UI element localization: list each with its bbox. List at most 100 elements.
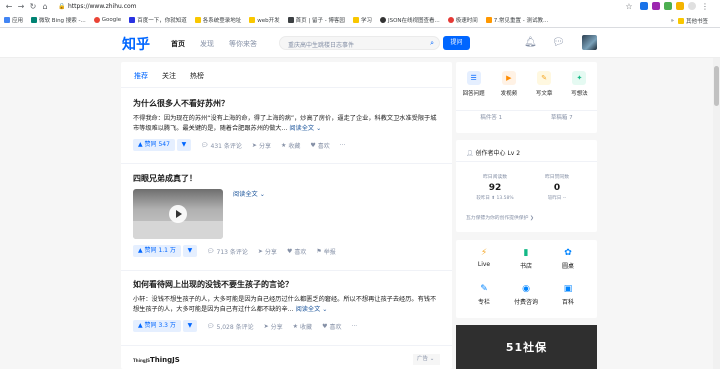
- upvote-button[interactable]: ▲ 赞同 3.3 万: [133, 320, 181, 332]
- read-more-link[interactable]: 阅读全文 ⌄: [233, 189, 265, 239]
- zhihu-logo[interactable]: 知乎: [122, 34, 150, 54]
- favorite-button[interactable]: ★ 收藏: [293, 322, 312, 331]
- address-bar[interactable]: 🔒 https://www.zhihu.com: [58, 2, 624, 12]
- tab-follow[interactable]: 关注: [162, 71, 176, 81]
- play-icon[interactable]: [169, 205, 187, 223]
- bookmark-baidu[interactable]: 百度一下，你就知道: [129, 16, 187, 24]
- service-live[interactable]: ⚡ Live: [464, 248, 504, 268]
- cnblogs-icon: [287, 17, 294, 23]
- service-wiki[interactable]: ▣ 百科: [548, 284, 588, 306]
- back-icon[interactable]: ←: [4, 2, 14, 12]
- share-button[interactable]: ➤ 分享: [264, 322, 283, 331]
- scrollbar-thumb[interactable]: [714, 66, 719, 106]
- comment-button[interactable]: 💬︎ 5,028 条评论: [207, 322, 254, 331]
- ad-title[interactable]: ThingJS: [150, 356, 180, 364]
- comment-button[interactable]: 💬︎ 431 条评论: [201, 141, 242, 150]
- downvote-button[interactable]: ▼: [176, 139, 191, 151]
- write-article-button[interactable]: ✎ 写文章: [527, 71, 561, 97]
- extension-icon[interactable]: [664, 1, 672, 10]
- vote-group: ▲ 赞同 3.3 万 ▼: [133, 320, 197, 332]
- menu-icon[interactable]: ⋮: [700, 2, 710, 12]
- like-button[interactable]: ♥ 喜欢: [310, 141, 329, 150]
- upvote-button[interactable]: ▲ 赞同 1.1 万: [133, 245, 181, 257]
- share-button[interactable]: ➤ 分享: [258, 247, 277, 256]
- answer-drafts-link[interactable]: 稿件答 1: [456, 111, 527, 125]
- page-scrollbar[interactable]: [713, 58, 720, 369]
- item-title[interactable]: 四眼兄弟成真了！: [133, 173, 441, 184]
- extension-icon[interactable]: [652, 1, 660, 10]
- folder-icon: [194, 17, 201, 23]
- ask-button[interactable]: 提问: [443, 36, 470, 50]
- extension-icon[interactable]: [676, 1, 684, 10]
- item-excerpt[interactable]: 小轩：没钱不想生孩子的人，大多可能是因为自己经历过什么都匮乏的窘经。所以不想再让…: [133, 295, 441, 315]
- bookmark-apps[interactable]: 应用: [4, 16, 23, 24]
- bookmark-cnblogs[interactable]: 首页 | 留子 - 博客园: [287, 16, 345, 24]
- browser-toolbar: ← → ↻ ⌂ 🔒 https://www.zhihu.com ☆ ⋮: [0, 0, 720, 13]
- more-button[interactable]: ···: [351, 323, 357, 330]
- search-icon[interactable]: ⌕: [430, 39, 434, 48]
- bookmark-time[interactable]: 极速时间: [447, 16, 478, 24]
- avatar[interactable]: [582, 35, 597, 50]
- service-roundtable[interactable]: ✿ 圆桌: [548, 248, 588, 270]
- book-icon: ▮: [523, 248, 529, 258]
- drafts-box-link[interactable]: 草稿箱 7: [527, 111, 598, 125]
- downvote-button[interactable]: ▼: [182, 245, 197, 257]
- like-button[interactable]: ♥ 喜欢: [287, 247, 306, 256]
- services-panel: ⚡ Live ▮ 书店 ✿ 圆桌 ✎ 专栏 ◉ 付费咨询 ▣ 百科: [456, 240, 597, 318]
- bookmark-other[interactable]: » 其他书签: [670, 13, 708, 27]
- star-icon[interactable]: ☆: [624, 2, 634, 12]
- bookmark-bing[interactable]: 微软 Bing 搜索 -...: [31, 16, 86, 24]
- home-icon[interactable]: ⌂: [40, 2, 50, 12]
- bookmark-folder[interactable]: web开发: [249, 16, 280, 24]
- ad-item[interactable]: ThingJS ThingJS: [133, 356, 180, 364]
- read-more-link[interactable]: 阅读全文 ⌄: [289, 125, 321, 132]
- extension-icon[interactable]: [640, 1, 648, 10]
- post-video-button[interactable]: ▶ 发视频: [492, 71, 526, 97]
- more-bookmarks-icon: »: [670, 17, 674, 24]
- service-column[interactable]: ✎ 专栏: [464, 284, 504, 306]
- tab-hot[interactable]: 热榜: [190, 71, 204, 81]
- bell-icon[interactable]: 🔔︎: [524, 37, 537, 48]
- item-actions: ▲ 赞同 547 ▼ 💬︎ 431 条评论 ➤ 分享 ★ 收藏 ♥ 喜欢 ···: [133, 139, 441, 151]
- bookmark-test[interactable]: 7.常见重置 - 测试教...: [485, 16, 548, 24]
- url-text[interactable]: https://www.zhihu.com: [68, 3, 137, 10]
- answer-question-button[interactable]: ☰ 回答问题: [457, 71, 491, 97]
- like-button[interactable]: ♥ 喜欢: [322, 322, 341, 331]
- share-icon: ➤: [263, 322, 269, 330]
- service-bookstore[interactable]: ▮ 书店: [506, 248, 546, 270]
- share-button[interactable]: ➤ 分享: [252, 141, 271, 150]
- message-icon[interactable]: 💬︎: [552, 37, 565, 48]
- nav-waiting[interactable]: 等你来答: [229, 39, 257, 49]
- bookmark-folder[interactable]: 学习: [352, 16, 372, 24]
- bookmark-google[interactable]: Google: [93, 17, 121, 23]
- creator-center-title[interactable]: 👤︎ 创作者中心 Lv 2: [456, 140, 597, 162]
- report-button[interactable]: ⚑ 举报: [316, 247, 335, 256]
- ad-tag[interactable]: 广告 ⌄: [413, 354, 440, 365]
- search-input[interactable]: 重庆高中生跳楼日志事件 ⌕: [279, 36, 440, 50]
- profile-icon[interactable]: [688, 1, 696, 10]
- item-title[interactable]: 如何看待网上出现的没钱不要生孩子的言论？: [133, 279, 441, 290]
- video-thumbnail[interactable]: [133, 189, 223, 239]
- forward-icon[interactable]: →: [16, 2, 26, 12]
- reload-icon[interactable]: ↻: [28, 2, 38, 12]
- downvote-button[interactable]: ▼: [182, 320, 197, 332]
- nav-explore[interactable]: 发现: [200, 39, 214, 49]
- read-more-link[interactable]: 阅读全文 ⌄: [296, 306, 328, 313]
- item-excerpt[interactable]: 不得我命：因为现在的苏州“没有上海的命，得了上海的病”，炒高了房价，逼走了企业，…: [133, 114, 441, 134]
- service-consult[interactable]: ◉ 付费咨询: [506, 284, 546, 306]
- item-title[interactable]: 为什么很多人不看好苏州？: [133, 98, 441, 109]
- protection-promo-link[interactable]: 瓦力保镖为你的创作提供保护 ❯: [466, 214, 534, 221]
- write-thought-button[interactable]: ✦ 写想法: [562, 71, 596, 97]
- comment-button[interactable]: 💬︎ 713 条评论: [207, 247, 248, 256]
- heart-icon: ♥: [322, 322, 328, 330]
- answer-icon: ☰: [466, 71, 481, 85]
- bookmark-folder[interactable]: 各系统登录地址: [194, 16, 241, 24]
- star-icon: ★: [292, 322, 299, 330]
- bookmark-json[interactable]: JSON在线视图查看...: [379, 16, 440, 24]
- upvote-button[interactable]: ▲ 赞同 547: [133, 139, 175, 151]
- tab-recommend[interactable]: 推荐: [134, 71, 148, 81]
- more-button[interactable]: ···: [340, 142, 346, 149]
- banner-ad[interactable]: 51社保: [456, 325, 597, 369]
- nav-home[interactable]: 首页: [171, 39, 185, 49]
- favorite-button[interactable]: ★ 收藏: [281, 141, 300, 150]
